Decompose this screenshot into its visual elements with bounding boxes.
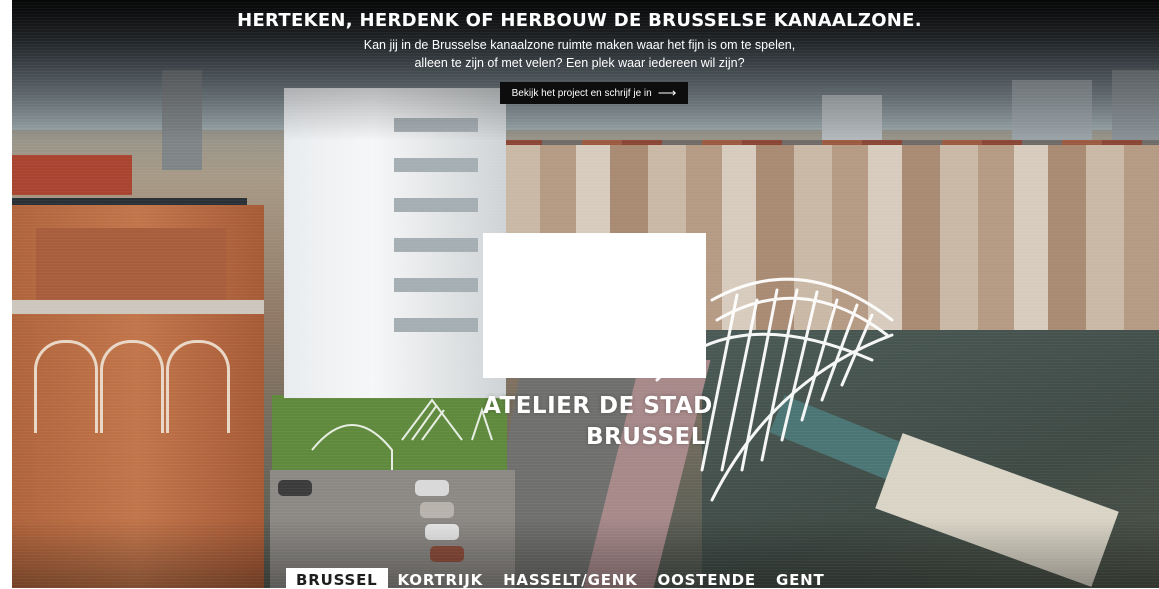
nav-item-oostende[interactable]: OOSTENDE — [648, 568, 766, 589]
nav-item-brussel[interactable]: BRUSSEL — [286, 568, 388, 589]
intro-text-line: alleen te zijn of met velen? Een plek wa… — [414, 56, 745, 70]
view-project-button-label: Bekijk het project en schrijf je in — [511, 87, 652, 99]
atelier-logo-line-1: ATELIER DE STAD — [483, 393, 713, 419]
nav-item-kortrijk[interactable]: KORTRIJK — [388, 568, 494, 589]
nav-item-gent[interactable]: GENT — [766, 568, 835, 589]
intro-text-line: Kan jij in de Brusselse kanaalzone ruimt… — [363, 38, 796, 52]
page-headline: HERTEKEN, HERDENK OF HERBOUW DE BRUSSELS… — [237, 10, 922, 31]
video-placeholder-box — [483, 233, 706, 378]
view-project-button[interactable]: Bekijk het project en schrijf je in ⟶ — [500, 82, 688, 104]
nav-item-hasselt-genk[interactable]: HASSELT/GENK — [493, 568, 647, 589]
arrow-right-icon: ⟶ — [657, 85, 677, 100]
atelier-logo-line-2: BRUSSEL — [586, 424, 706, 450]
city-navigation: BRUSSEL KORTRIJK HASSELT/GENK OOSTENDE G… — [286, 568, 835, 589]
